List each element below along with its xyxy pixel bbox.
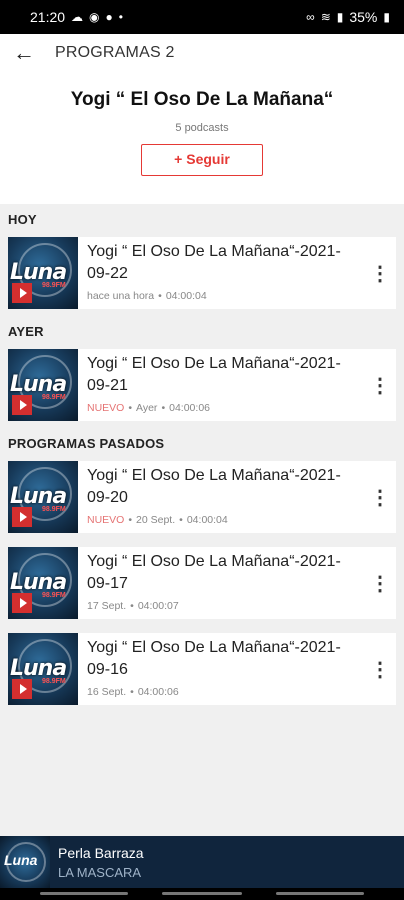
episode-card[interactable]: Luna 98.9FM Yogi “ El Oso De La Mañana“-… [8, 547, 396, 619]
play-icon[interactable] [12, 593, 32, 613]
section-title-hoy: HOY [8, 212, 37, 227]
episode-thumbnail[interactable]: Luna 98.9FM [8, 461, 78, 533]
episode-title: Yogi “ El Oso De La Mañana“-2021-09-20 [87, 467, 341, 506]
thumbnail-frequency: 98.9FM [42, 592, 66, 599]
more-vert-icon: ⋮ [370, 262, 390, 285]
signal-icon: ▮ [336, 10, 344, 24]
episode-thumbnail[interactable]: Luna 98.9FM [8, 547, 78, 619]
follow-button[interactable]: + Seguir [141, 144, 263, 176]
episode-card[interactable]: Luna 98.9FM Yogi “ El Oso De La Mañana“-… [8, 349, 396, 421]
section-title-programas-pasados: PROGRAMAS PASADOS [8, 436, 165, 451]
thumbnail-frequency: 98.9FM [42, 678, 66, 685]
nav-back-handle[interactable] [276, 892, 364, 895]
link-icon: ∞ [306, 10, 315, 24]
messenger-icon: ◉ [89, 10, 100, 24]
episode-title: Yogi “ El Oso De La Mañana“-2021-09-22 [87, 243, 341, 282]
podcast-count: 5 podcasts [175, 122, 229, 134]
battery-icon: ▮ [383, 10, 390, 24]
thumbnail-frequency: 98.9FM [42, 506, 66, 513]
episode-duration: 04:00:06 [169, 402, 210, 414]
episode-card[interactable]: Luna 98.9FM Yogi “ El Oso De La Mañana“-… [8, 237, 396, 309]
cloud-icon: ☁ [71, 10, 84, 24]
episode-meta: hace una hora • 04:00:04 [87, 290, 207, 302]
play-icon[interactable] [12, 395, 32, 415]
more-vert-icon: ⋮ [370, 658, 390, 681]
more-options-button[interactable]: ⋮ [368, 259, 392, 287]
more-vert-icon: ⋮ [370, 374, 390, 397]
section-title-ayer: AYER [8, 324, 44, 339]
episode-date: 17 Sept. [87, 600, 127, 612]
show-title: Yogi “ El Oso De La Mañana“ [70, 89, 334, 110]
episode-duration: 04:00:06 [137, 686, 179, 698]
episode-card[interactable]: Luna 98.9FM Yogi “ El Oso De La Mañana“-… [8, 461, 396, 533]
episode-meta: 16 Sept. • 04:00:06 [87, 686, 179, 698]
battery-percent: 35% [349, 9, 378, 25]
app-bar-title: PROGRAMAS 2 [55, 44, 175, 61]
back-button[interactable]: ← [0, 34, 48, 72]
episode-date: 20 Sept. [136, 514, 176, 526]
show-header: Yogi “ El Oso De La Mañana“ 5 podcasts +… [0, 72, 404, 204]
episode-thumbnail[interactable]: Luna 98.9FM [8, 349, 78, 421]
episode-card[interactable]: Luna 98.9FM Yogi “ El Oso De La Mañana“-… [8, 633, 396, 705]
play-icon[interactable] [12, 679, 32, 699]
episode-title: Yogi “ El Oso De La Mañana“-2021-09-21 [87, 355, 341, 394]
wifi-icon: ≋ [320, 10, 331, 24]
thumbnail-frequency: 98.9FM [42, 394, 66, 401]
more-options-button[interactable]: ⋮ [368, 483, 392, 511]
episode-duration: 04:00:04 [165, 290, 207, 302]
episode-duration: 04:00:07 [137, 600, 179, 612]
player-name: Perla Barraza [58, 845, 144, 861]
more-options-button[interactable]: ⋮ [368, 655, 392, 683]
more-vert-icon: ⋮ [370, 572, 390, 595]
more-options-button[interactable]: ⋮ [368, 371, 392, 399]
episode-thumbnail[interactable]: Luna 98.9FM [8, 237, 78, 309]
episode-meta: NUEVO • Ayer • 04:00:06 [87, 402, 210, 414]
episode-thumbnail[interactable]: Luna 98.9FM [8, 633, 78, 705]
play-icon[interactable] [12, 507, 32, 527]
player-subtitle: LA MASCARA [58, 865, 142, 880]
episode-title: Yogi “ El Oso De La Mañana“-2021-09-17 [87, 553, 341, 592]
episode-date: 16 Sept. [87, 686, 127, 698]
system-nav-bar [0, 888, 404, 900]
status-bar: 21:20 ☁ ◉ ● • ∞ ≋ ▮ 35% ▮ [0, 0, 404, 34]
new-badge: NUEVO [87, 514, 125, 526]
episode-title: Yogi “ El Oso De La Mañana“-2021-09-16 [87, 639, 341, 678]
player-thumbnail: Luna [0, 836, 50, 888]
nav-recents-handle[interactable] [40, 892, 128, 895]
play-icon[interactable] [12, 283, 32, 303]
episode-meta: 17 Sept. • 04:00:07 [87, 600, 179, 612]
thumbnail-frequency: 98.9FM [42, 282, 66, 289]
facebook-icon: ● [105, 10, 113, 24]
nav-home-handle[interactable] [162, 892, 242, 895]
dot-icon: • [118, 10, 123, 24]
episode-date: hace una hora [87, 290, 155, 302]
player-logo: Luna [4, 852, 38, 868]
arrow-left-icon: ← [13, 40, 35, 65]
more-vert-icon: ⋮ [370, 486, 390, 509]
mini-player[interactable]: Luna Perla Barraza LA MASCARA [0, 836, 404, 888]
more-options-button[interactable]: ⋮ [368, 569, 392, 597]
episode-duration: 04:00:04 [186, 514, 228, 526]
episode-meta: NUEVO • 20 Sept. • 04:00:04 [87, 514, 228, 526]
new-badge: NUEVO [87, 402, 125, 414]
app-bar: ← PROGRAMAS 2 [0, 34, 404, 72]
episode-date: Ayer [136, 402, 158, 414]
status-time: 21:20 [30, 9, 66, 25]
